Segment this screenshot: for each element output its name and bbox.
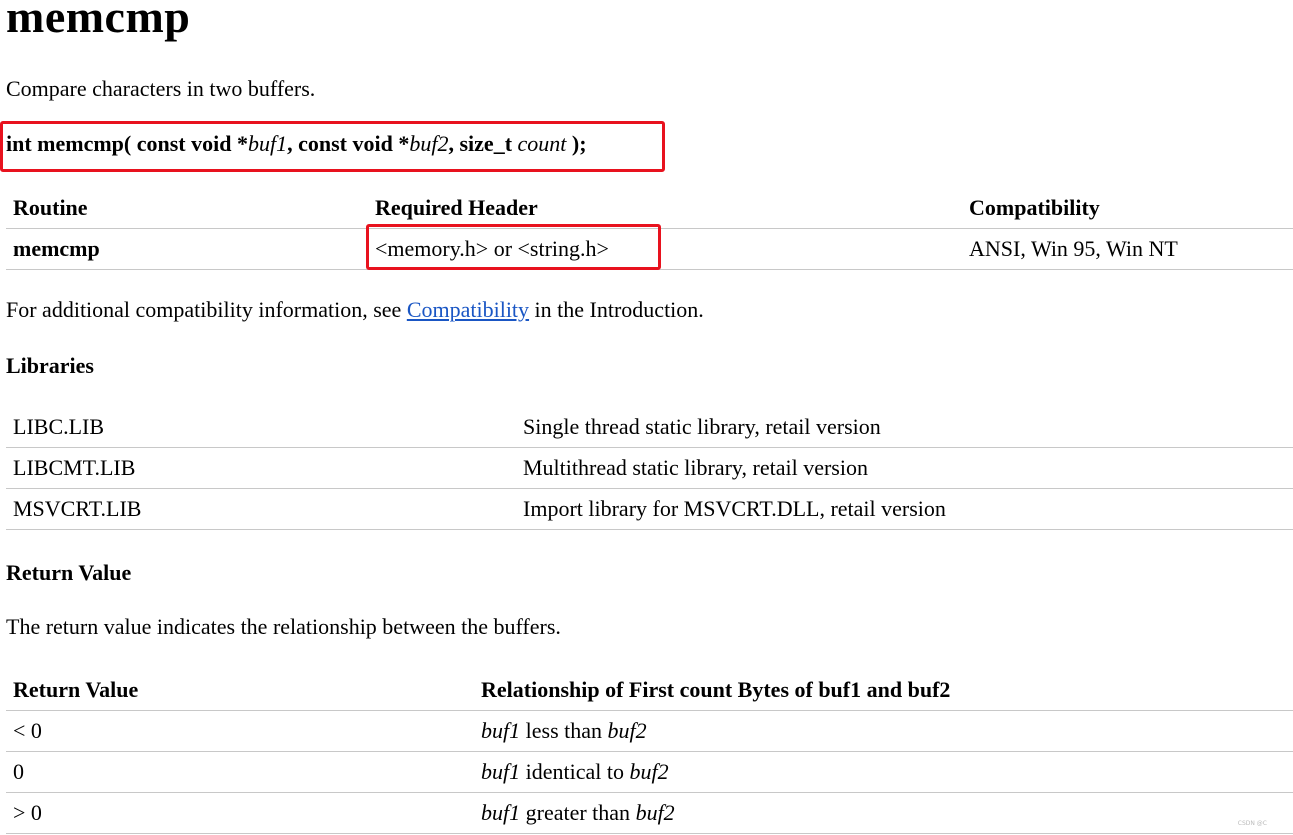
buf1-term: buf1 <box>481 759 521 784</box>
page-title: memcmp <box>6 0 191 42</box>
return-value-cell: > 0 <box>13 800 42 825</box>
watermark: CSDN @C <box>1237 820 1267 827</box>
library-name: LIBCMT.LIB <box>13 455 136 480</box>
library-name: MSVCRT.LIB <box>13 496 142 521</box>
header-highlight-box <box>366 224 661 270</box>
return-value-table: Return Value Relationship of First count… <box>6 670 1293 834</box>
relationship-cell: buf1 identical to buf2 <box>481 752 669 792</box>
table-row: > 0 buf1 greater than buf2 <box>6 793 1293 834</box>
buf2-term: buf2 <box>635 800 675 825</box>
table-row: < 0 buf1 less than buf2 <box>6 711 1293 752</box>
table-row: 0 buf1 identical to buf2 <box>6 752 1293 793</box>
library-description: Multithread static library, retail versi… <box>523 455 868 480</box>
table-row: LIBC.LIB Single thread static library, r… <box>6 407 1293 448</box>
header-required-header: Required Header <box>375 195 538 220</box>
library-name: LIBC.LIB <box>13 414 105 439</box>
table-row: LIBCMT.LIB Multithread static library, r… <box>6 448 1293 489</box>
function-description: Compare characters in two buffers. <box>6 76 316 101</box>
table-header-row: Routine Required Header Compatibility <box>6 188 1293 229</box>
relationship-text: less than <box>520 718 608 743</box>
header-compatibility: Compatibility <box>969 195 1100 220</box>
return-value-cell: 0 <box>13 759 24 784</box>
table-header-row: Return Value Relationship of First count… <box>6 670 1293 711</box>
return-value-heading: Return Value <box>6 560 132 585</box>
relationship-cell: buf1 less than buf2 <box>481 711 647 751</box>
header-relationship: Relationship of First count Bytes of buf… <box>481 677 951 702</box>
libraries-table: LIBC.LIB Single thread static library, r… <box>6 407 1293 530</box>
buf1-term: buf1 <box>481 718 521 743</box>
compatibility-value: ANSI, Win 95, Win NT <box>969 236 1178 261</box>
routine-name: memcmp <box>13 236 100 261</box>
compat-note-before: For additional compatibility information… <box>6 297 407 322</box>
compat-note-after: in the Introduction. <box>529 297 704 322</box>
return-value-cell: < 0 <box>13 718 42 743</box>
relationship-text: greater than <box>520 800 636 825</box>
return-value-text: The return value indicates the relations… <box>6 614 561 639</box>
buf2-term: buf2 <box>607 718 647 743</box>
library-description: Single thread static library, retail ver… <box>523 414 881 439</box>
compatibility-link[interactable]: Compatibility <box>407 297 529 322</box>
header-return-value: Return Value <box>13 677 139 702</box>
table-row: MSVCRT.LIB Import library for MSVCRT.DLL… <box>6 489 1293 530</box>
buf1-term: buf1 <box>481 800 521 825</box>
document-page: memcmp Compare characters in two buffers… <box>0 0 1293 835</box>
header-routine: Routine <box>13 195 88 220</box>
buf2-term: buf2 <box>629 759 669 784</box>
library-description: Import library for MSVCRT.DLL, retail ve… <box>523 496 946 521</box>
compatibility-note: For additional compatibility information… <box>6 297 704 323</box>
relationship-cell: buf1 greater than buf2 <box>481 793 675 833</box>
libraries-heading: Libraries <box>6 353 94 378</box>
signature-highlight-box <box>0 121 665 172</box>
relationship-text: identical to <box>520 759 630 784</box>
